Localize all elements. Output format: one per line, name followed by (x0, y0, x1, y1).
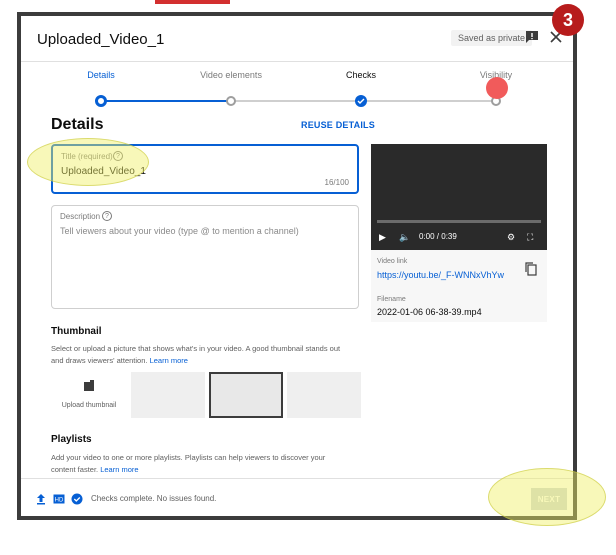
playlists-description: Add your video to one or more playlists.… (51, 452, 351, 476)
video-controls: ▶ 🔈 0:00 / 0:39 ⚙ ⛶ (377, 230, 541, 246)
video-time: 0:00 / 0:39 (419, 232, 457, 241)
upload-thumbnail-button[interactable]: Upload thumbnail (51, 372, 127, 418)
description-field[interactable]: Description ? Tell viewers about your vi… (51, 205, 359, 309)
checks-complete-icon[interactable] (71, 493, 83, 505)
playlists-learn-more-link[interactable]: Learn more (100, 465, 138, 474)
filename-label: Filename (377, 296, 406, 303)
thumbnail-description-text: Select or upload a picture that shows wh… (51, 344, 341, 365)
next-highlight-annotation (488, 468, 606, 526)
dialog-header: Uploaded_Video_1 Saved as private (21, 16, 573, 62)
dialog-title: Uploaded_Video_1 (37, 31, 165, 48)
playlists-description-text: Add your video to one or more playlists.… (51, 453, 326, 474)
step-checks-label[interactable]: Checks (346, 70, 376, 80)
step-number-badge: 3 (552, 4, 584, 36)
video-link[interactable]: https://youtu.be/_F-WNNxVhYw (377, 270, 504, 280)
description-field-label: Description (60, 212, 101, 221)
visibility-marker-annotation (486, 77, 508, 99)
video-link-label: Video link (377, 258, 408, 265)
feedback-icon[interactable] (525, 30, 539, 44)
thumbnail-heading: Thumbnail (51, 326, 102, 337)
auto-thumbnail-option[interactable] (287, 372, 361, 418)
top-accent-bar (155, 0, 230, 4)
dialog-scrollbar[interactable] (574, 116, 577, 316)
upload-icon[interactable] (35, 493, 47, 505)
video-preview-panel: ▶ 🔈 0:00 / 0:39 ⚙ ⛶ Video link https://y… (371, 144, 547, 322)
checks-status-text: Checks complete. No issues found. (91, 494, 217, 503)
settings-icon[interactable]: ⚙ (507, 232, 515, 243)
step-connector (101, 100, 231, 102)
thumbnail-learn-more-link[interactable]: Learn more (150, 356, 188, 365)
title-highlight-annotation (27, 138, 149, 186)
filename-value: 2022-01-06 06-38-39.mp4 (377, 307, 482, 317)
upload-thumbnail-label: Upload thumbnail (61, 402, 117, 409)
video-progress-bar[interactable] (377, 220, 541, 223)
reuse-details-button[interactable]: REUSE DETAILS (301, 120, 375, 130)
step-details-label[interactable]: Details (87, 70, 115, 80)
step-checks-dot[interactable] (355, 95, 367, 107)
step-connector (231, 100, 361, 102)
step-details-dot[interactable] (95, 95, 107, 107)
volume-icon[interactable]: 🔈 (399, 232, 410, 243)
check-icon (357, 98, 365, 104)
auto-thumbnail-option[interactable] (131, 372, 205, 418)
video-player[interactable]: ▶ 🔈 0:00 / 0:39 ⚙ ⛶ (371, 144, 547, 250)
fullscreen-icon[interactable]: ⛶ (527, 232, 533, 243)
thumbnail-description: Select or upload a picture that shows wh… (51, 343, 351, 367)
step-connector (361, 100, 496, 102)
thumbnail-options: Upload thumbnail (51, 372, 361, 418)
step-video-elements-dot[interactable] (226, 96, 236, 106)
playlists-heading: Playlists (51, 434, 92, 445)
play-icon[interactable]: ▶ (379, 232, 386, 243)
details-heading: Details (51, 116, 104, 133)
hd-icon[interactable]: HD (53, 493, 65, 505)
copy-icon[interactable] (525, 262, 537, 276)
help-icon[interactable]: ? (102, 211, 112, 221)
step-video-elements-label[interactable]: Video elements (200, 70, 262, 80)
description-input[interactable]: Tell viewers about your video (type @ to… (60, 226, 299, 236)
auto-thumbnail-option-selected[interactable] (209, 372, 283, 418)
title-char-counter: 16/100 (324, 178, 349, 187)
saved-status-badge: Saved as private (451, 30, 533, 46)
svg-text:HD: HD (55, 498, 64, 504)
image-add-icon (84, 380, 94, 391)
